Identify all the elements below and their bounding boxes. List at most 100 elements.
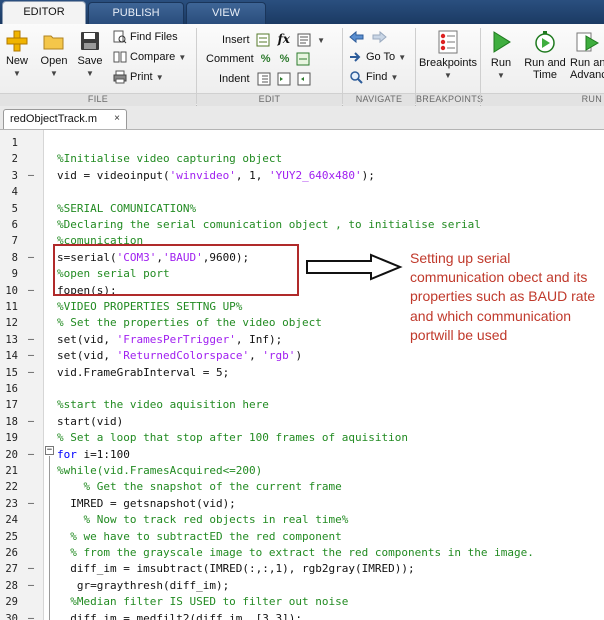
find-files-button[interactable]: Find Files xyxy=(113,28,178,46)
code-text: set(vid, 'ReturnedColorspace', 'rgb') xyxy=(57,348,302,364)
function-fx-icon[interactable]: fx xyxy=(278,32,290,46)
code-line[interactable]: 23– IMRED = getsnapshot(vid); xyxy=(0,496,604,512)
code-line[interactable]: 3– vid = videoinput('winvideo', 1, 'YUY2_… xyxy=(0,168,604,184)
code-line[interactable]: 17 %start the video aquisition here xyxy=(0,397,604,413)
code-line[interactable]: 21 %while(vid.FramesAcquired<=200) xyxy=(0,463,604,479)
code-line[interactable]: 4 xyxy=(0,184,604,200)
increase-indent-icon[interactable] xyxy=(277,72,291,86)
tab-view[interactable]: VIEW xyxy=(186,2,266,24)
decrease-indent-icon[interactable] xyxy=(297,72,311,86)
run-button[interactable]: Run ▼ xyxy=(485,30,517,82)
executable-line-marker[interactable]: – xyxy=(24,561,38,577)
print-button[interactable]: Print ▼ xyxy=(113,68,164,86)
code-line[interactable]: 22 % Get the snapshot of the current fra… xyxy=(0,479,604,495)
insert-button[interactable]: Insert fx ▼ xyxy=(222,30,325,48)
caret-down-icon: ▼ xyxy=(86,69,94,78)
wrap-comments-icon[interactable] xyxy=(296,52,310,66)
compare-button[interactable]: Compare ▼ xyxy=(113,48,186,66)
caret-down-icon[interactable]: ▼ xyxy=(317,36,325,45)
find-button[interactable]: Find ▼ xyxy=(349,68,398,86)
line-number: 21 xyxy=(5,465,18,477)
breakpoints-group-label: BREAKPOINTS xyxy=(416,94,484,104)
code-line[interactable]: 14– set(vid, 'ReturnedColorspace', 'rgb') xyxy=(0,348,604,364)
code-line[interactable]: 24 % Now to track red objects in real ti… xyxy=(0,512,604,528)
uncomment-icon[interactable]: % xyxy=(280,53,290,65)
save-button[interactable]: Save ▼ xyxy=(75,30,105,80)
code-text: %Median filter IS USED to filter out noi… xyxy=(57,594,348,610)
tab-editor[interactable]: EDITOR xyxy=(2,1,86,24)
code-text: diff_im = imsubtract(IMRED(:,:,1), rgb2g… xyxy=(57,561,414,577)
code-line[interactable]: 1 xyxy=(0,135,604,151)
executable-line-marker[interactable]: – xyxy=(24,283,38,299)
caret-down-icon: ▼ xyxy=(444,71,452,80)
run-label: Run xyxy=(490,57,512,69)
line-number: 29 xyxy=(5,596,18,609)
tab-publish[interactable]: PUBLISH xyxy=(88,2,184,24)
code-line[interactable]: 5 %SERIAL COMUNICATION% xyxy=(0,201,604,217)
printer-icon xyxy=(113,70,127,84)
smart-indent-icon[interactable] xyxy=(257,72,271,86)
open-button[interactable]: Open ▼ xyxy=(38,30,70,80)
code-line[interactable]: 27– diff_im = imsubtract(IMRED(:,:,1), r… xyxy=(0,561,604,577)
compare-icon xyxy=(113,51,127,63)
code-editor[interactable]: 1 2 %Initialise video capturing object 3– vi… xyxy=(0,130,604,620)
code-line[interactable]: 28– gr=graythresh(diff_im); xyxy=(0,578,604,594)
executable-line-marker[interactable]: – xyxy=(24,250,38,266)
line-number: 27 xyxy=(5,563,18,576)
executable-line-marker[interactable]: – xyxy=(24,496,38,512)
caret-down-icon: ▼ xyxy=(497,71,505,80)
code-line[interactable]: 26 % from the grayscale image to extract… xyxy=(0,545,604,561)
line-number: 18 xyxy=(5,415,18,428)
breakpoints-button[interactable]: Breakpoints ▼ xyxy=(418,30,478,82)
comment-button[interactable]: Comment % % xyxy=(206,50,313,68)
line-number: 8 xyxy=(11,251,18,264)
code-string: 'YUY2_640x480' xyxy=(268,168,362,182)
insert-text-icon[interactable] xyxy=(297,33,311,47)
code-line[interactable]: 25 % we have to subtractED the red compo… xyxy=(0,529,604,545)
file-tab-redobjecttrack[interactable]: redObjectTrack.m × xyxy=(3,109,127,129)
go-to-button[interactable]: Go To ▼ xyxy=(349,48,406,66)
code-line[interactable]: 20– for i=1:100 xyxy=(0,447,604,463)
code-token: diff_im = medfilt2(diff_im, [3 3]); xyxy=(57,611,303,620)
code-line[interactable]: 18– start(vid) xyxy=(0,414,604,430)
executable-line-marker[interactable]: – xyxy=(24,365,38,381)
executable-line-marker[interactable]: – xyxy=(24,348,38,364)
code-token: start(vid) xyxy=(57,414,124,428)
comment-percent-icon[interactable]: % xyxy=(261,53,271,65)
back-forward-buttons[interactable] xyxy=(349,28,390,46)
run-and-time-button[interactable]: Run and Time xyxy=(522,30,568,81)
code-text: vid.FrameGrabInterval = 5; xyxy=(57,365,229,381)
executable-line-marker[interactable]: – xyxy=(24,168,38,184)
caret-down-icon: ▼ xyxy=(390,73,399,82)
print-label: Print xyxy=(130,71,153,83)
executable-line-marker[interactable]: – xyxy=(24,578,38,594)
code-line[interactable]: 2 %Initialise video capturing object xyxy=(0,151,604,167)
executable-line-marker[interactable]: – xyxy=(24,447,38,463)
code-line[interactable]: 19 % Set a loop that stop after 100 frame… xyxy=(0,430,604,446)
folder-icon xyxy=(43,35,64,50)
code-line[interactable]: 6 %Declaring the serial comunication obje… xyxy=(0,217,604,233)
code-line[interactable]: 29 %Median filter IS USED to filter out … xyxy=(0,594,604,610)
code-line[interactable]: 30– diff_im = medfilt2(diff_im, [3 3]); xyxy=(0,611,604,620)
forward-arrow-icon[interactable] xyxy=(371,30,387,44)
indent-button[interactable]: Indent xyxy=(219,70,314,88)
code-line[interactable]: 16 xyxy=(0,381,604,397)
highlight-box xyxy=(53,244,299,296)
line-number: 12 xyxy=(5,317,18,330)
executable-line-marker[interactable]: – xyxy=(24,414,38,430)
run-and-advance-button[interactable]: Run and Advance xyxy=(570,30,604,81)
executable-line-marker[interactable]: – xyxy=(24,611,38,620)
line-number: 19 xyxy=(5,432,18,445)
executable-line-marker[interactable]: – xyxy=(24,332,38,348)
line-number: 30 xyxy=(5,612,18,620)
code-comment: %Declaring the serial comunication objec… xyxy=(57,218,481,231)
code-line[interactable]: 15– vid.FrameGrabInterval = 5; xyxy=(0,365,604,381)
navigate-group-label: NAVIGATE xyxy=(355,94,403,104)
code-token: gr=graythresh(diff_im); xyxy=(57,578,230,592)
new-button[interactable]: New ▼ xyxy=(2,30,32,80)
fold-toggle-icon[interactable]: − xyxy=(45,446,54,455)
code-text: %Declaring the serial comunication objec… xyxy=(57,217,481,233)
back-arrow-icon[interactable] xyxy=(349,30,365,44)
close-icon[interactable]: × xyxy=(114,110,120,128)
floppy-disk-icon xyxy=(81,32,99,50)
